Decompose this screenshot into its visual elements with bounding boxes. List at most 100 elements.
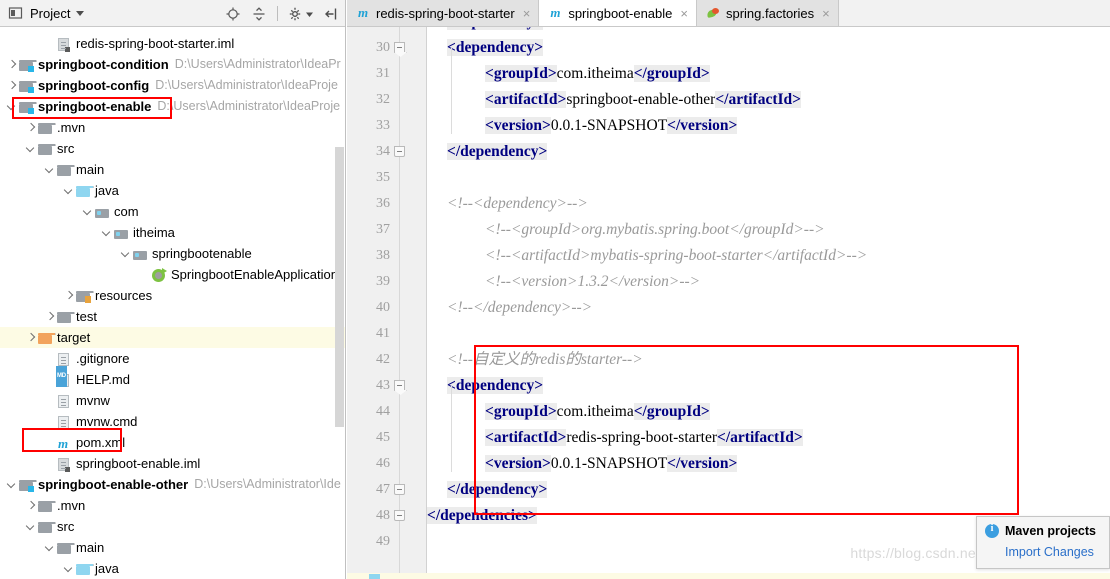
tree-arrow-placeholder (44, 374, 56, 386)
xml-tag: <groupId> (485, 65, 557, 82)
tree-row-label: test (76, 309, 97, 324)
collapse-all-icon[interactable] (251, 6, 267, 22)
text-file-icon (56, 414, 72, 430)
code-fold-toggle[interactable] (394, 42, 405, 53)
tree-row-label: SpringbootEnableApplication (171, 267, 338, 282)
tree-row[interactable]: springboot-enable.iml (0, 453, 345, 474)
tree-row[interactable]: main (0, 537, 345, 558)
tree-row[interactable]: src (0, 516, 345, 537)
code-fold-toggle[interactable] (394, 380, 405, 391)
tree-row[interactable]: springboot-enable-other D:\Users\Administ… (0, 474, 345, 495)
tree-row[interactable]: src (0, 138, 345, 159)
tree-row[interactable]: mvnw.cmd (0, 411, 345, 432)
tree-row[interactable]: MD HELP.md (0, 365, 345, 390)
package-icon (94, 204, 110, 220)
settings-gear-icon[interactable] (288, 6, 304, 22)
close-icon[interactable]: × (822, 7, 830, 20)
editor-tab[interactable]: m springboot-enable × (539, 0, 697, 26)
tree-row[interactable]: test (0, 306, 345, 327)
tree-row[interactable]: .gitignore (0, 348, 345, 369)
chevron-right-icon[interactable] (44, 311, 56, 323)
settings-dropdown-caret-icon[interactable] (306, 7, 313, 21)
editor-tab-bar: m redis-spring-boot-starter × m springboot-e… (347, 0, 1110, 27)
chevron-down-icon[interactable] (76, 10, 85, 16)
hide-panel-icon[interactable] (323, 6, 339, 22)
chevron-right-icon[interactable] (25, 332, 37, 344)
code-editor[interactable]: 30 31 32 33 34 35 36 37 38 39 40 41 42 43 44 45 46 47 48 49… (347, 27, 1110, 579)
chevron-right-icon[interactable] (6, 80, 18, 92)
project-title-group[interactable]: Project (0, 5, 85, 21)
tree-row[interactable]: target (0, 327, 345, 348)
tree-row[interactable]: redis-spring-boot-starter.iml (0, 33, 345, 54)
tree-row-label: pom.xml (76, 435, 126, 450)
tree-row[interactable]: m pom.xml (0, 432, 345, 453)
chevron-down-icon[interactable] (25, 521, 37, 533)
code-fold-toggle[interactable] (394, 484, 405, 495)
tree-row-path: D:\Users\Administrator\IdeaPr (174, 57, 341, 71)
project-tree-scroll[interactable]: redis-spring-boot-starter.iml springboot-… (0, 27, 345, 579)
code-content[interactable]: <dependency><dependency><groupId>com.ith… (427, 27, 1110, 579)
tree-row[interactable]: itheima (0, 222, 345, 243)
xml-tag: </dependencies> (427, 507, 537, 524)
resource-folder-icon (75, 288, 94, 304)
iml-file-icon (56, 456, 72, 472)
tree-row[interactable]: java (0, 558, 345, 579)
line-number: 39 (376, 274, 390, 289)
code-fold-toggle[interactable] (394, 146, 405, 157)
project-panel-toolbar (225, 0, 339, 27)
chevron-down-icon[interactable] (44, 542, 56, 554)
locate-icon[interactable] (225, 6, 241, 22)
tree-row[interactable]: main (0, 159, 345, 180)
chevron-down-icon[interactable] (63, 563, 75, 575)
chevron-right-icon[interactable] (6, 59, 18, 71)
tree-row[interactable]: springboot-config D:\Users\Administrator\… (0, 75, 345, 96)
project-tree: redis-spring-boot-starter.iml springboot-… (0, 27, 345, 579)
tree-row[interactable]: SpringbootEnableApplication (0, 264, 345, 285)
chevron-right-icon[interactable] (63, 290, 75, 302)
import-changes-link[interactable]: Import Changes (1005, 545, 1101, 559)
tree-row[interactable]: springboot-condition D:\Users\Administrat… (0, 54, 345, 75)
chevron-down-icon[interactable] (6, 479, 18, 491)
close-icon[interactable]: × (523, 7, 531, 20)
line-number: 37 (376, 222, 390, 237)
code-fold-toggle[interactable] (394, 510, 405, 521)
chevron-down-icon[interactable] (101, 227, 113, 239)
folder-icon (56, 540, 75, 556)
chevron-right-icon[interactable] (25, 122, 37, 134)
tree-row-label: redis-spring-boot-starter.iml (76, 36, 235, 51)
chevron-down-icon[interactable] (44, 164, 56, 176)
chevron-down-icon[interactable] (6, 101, 18, 113)
editor-tab[interactable]: spring.factories × (696, 0, 839, 26)
chevron-right-icon[interactable] (25, 500, 37, 512)
chevron-down-icon[interactable] (120, 248, 132, 260)
tree-row[interactable]: .mvn (0, 117, 345, 138)
project-tree-scrollbar[interactable] (335, 147, 344, 427)
chevron-down-icon[interactable] (82, 206, 94, 218)
code-line: <!--<dependency>--> (427, 191, 1110, 217)
bottom-marker-icon (369, 574, 380, 579)
maven-notification[interactable]: Maven projects Import Changes (976, 516, 1110, 569)
maven-notification-title: Maven projects (1005, 524, 1097, 538)
line-number: 42 (376, 352, 390, 367)
xml-comment: <!--<artifactId>mybatis-spring-boot-star… (485, 247, 868, 264)
xml-tag: <version> (485, 117, 551, 134)
line-number: 40 (376, 300, 390, 315)
editor-gutter[interactable]: 30 31 32 33 34 35 36 37 38 39 40 41 42 43 44 45 46 47 48 49 (347, 27, 427, 579)
tree-row[interactable]: mvnw (0, 390, 345, 411)
editor-tab[interactable]: m redis-spring-boot-starter × (347, 0, 540, 26)
text-file-icon (56, 393, 72, 409)
tree-row-path: D:\Users\Administrator\Ide (194, 477, 341, 491)
chevron-down-icon[interactable] (25, 143, 37, 155)
tree-row-label: springboot-enable-other (38, 477, 189, 492)
tree-row[interactable]: com (0, 201, 345, 222)
tree-row[interactable]: springbootenable (0, 243, 345, 264)
tree-row-label: mvnw (76, 393, 110, 408)
tree-row[interactable]: java (0, 180, 345, 201)
tree-row[interactable]: springboot-enable D:\Users\Administrator\… (0, 96, 345, 117)
project-panel-header: Project (0, 0, 345, 27)
tree-arrow-placeholder (44, 353, 56, 365)
tree-row[interactable]: resources (0, 285, 345, 306)
chevron-down-icon[interactable] (63, 185, 75, 197)
tree-row[interactable]: .mvn (0, 495, 345, 516)
close-icon[interactable]: × (680, 7, 688, 20)
